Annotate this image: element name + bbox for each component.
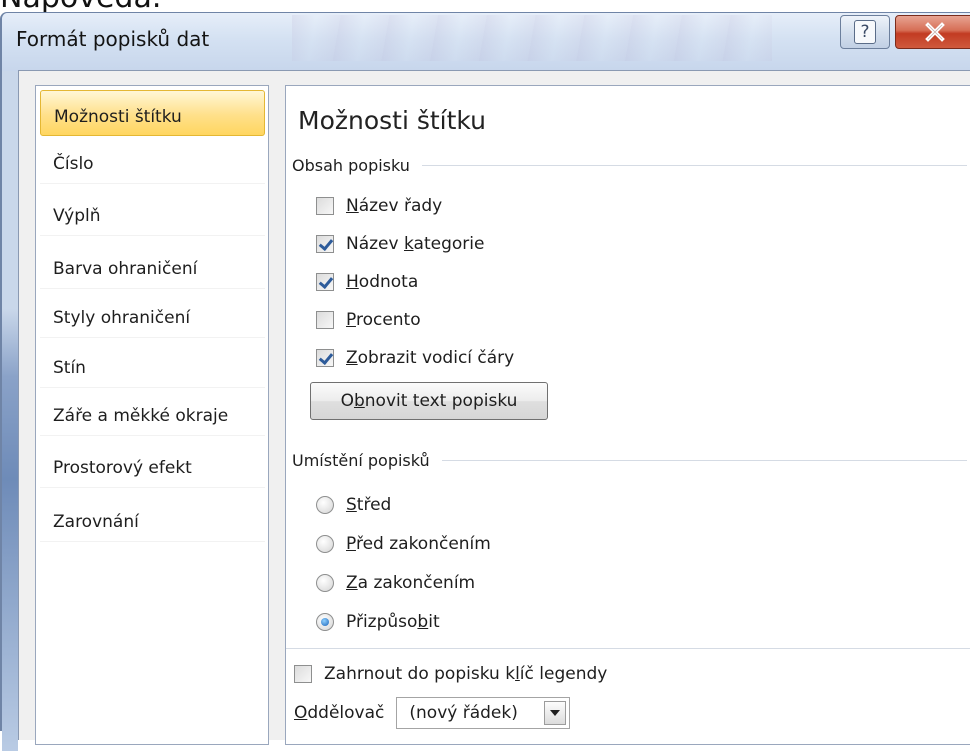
nav-item-label: Záře a měkké okraje bbox=[53, 406, 229, 426]
label-options-panel: Možnosti štítku Obsah popisku Název řady… bbox=[285, 85, 970, 745]
nav-item-glow-soft-edges[interactable]: Záře a měkké okraje bbox=[40, 390, 265, 436]
position-center-radio[interactable] bbox=[316, 496, 334, 514]
position-center-label: Střed bbox=[346, 495, 392, 515]
value-label: Hodnota bbox=[346, 272, 419, 292]
category-name-checkbox[interactable] bbox=[316, 235, 334, 253]
nav-item-label: Styly ohraničení bbox=[53, 308, 191, 328]
nav-item-label: Barva ohraničení bbox=[53, 259, 198, 279]
leader-lines-checkbox[interactable] bbox=[316, 349, 334, 367]
nav-item-border-styles[interactable]: Styly ohraničení bbox=[40, 292, 265, 338]
value-checkbox-row[interactable]: Hodnota bbox=[316, 269, 418, 295]
nav-item-alignment[interactable]: Zarovnání bbox=[40, 496, 265, 542]
dropdown-arrow-button[interactable] bbox=[544, 701, 567, 725]
help-icon: ? bbox=[854, 20, 876, 44]
separator-label: Oddělovač bbox=[294, 703, 385, 723]
leader-lines-checkbox-row[interactable]: Zobrazit vodicí čáry bbox=[316, 345, 514, 371]
help-button[interactable]: ? bbox=[840, 15, 890, 49]
nav-item-3d-format[interactable]: Prostorový efekt bbox=[40, 442, 265, 488]
nav-item-label: Zarovnání bbox=[53, 512, 139, 532]
chevron-down-icon bbox=[550, 710, 561, 716]
legend-key-checkbox[interactable] bbox=[294, 665, 312, 683]
category-list: Možnosti štítku Číslo Výplň Barva ohrani… bbox=[35, 85, 269, 745]
position-outside-end-radio[interactable] bbox=[316, 574, 334, 592]
nav-item-fill[interactable]: Výplň bbox=[40, 190, 265, 236]
percentage-label: Procento bbox=[346, 310, 421, 330]
section-title: Možnosti štítku bbox=[298, 106, 486, 135]
label-contains-group-header: Obsah popisku bbox=[292, 154, 967, 176]
reset-label-text-label: Obnovit text popisku bbox=[340, 391, 518, 411]
position-best-fit-label: Přizpůsobit bbox=[346, 612, 440, 632]
series-name-checkbox[interactable] bbox=[316, 197, 334, 215]
title-bar[interactable]: Formát popisků dat ? bbox=[2, 13, 970, 71]
position-inside-end-radio[interactable] bbox=[316, 535, 334, 553]
label-position-group-header: Umístění popisků bbox=[292, 449, 967, 471]
position-best-fit-radio[interactable] bbox=[316, 613, 334, 631]
nav-item-label: Výplň bbox=[53, 206, 101, 226]
nav-item-label: Prostorový efekt bbox=[53, 458, 192, 478]
position-center-radio-row[interactable]: Střed bbox=[316, 492, 391, 518]
reset-label-text-button[interactable]: Obnovit text popisku bbox=[310, 382, 548, 420]
title-bar-glass bbox=[292, 15, 772, 61]
position-inside-end-radio-row[interactable]: Před zakončením bbox=[316, 531, 491, 557]
category-name-checkbox-row[interactable]: Název kategorie bbox=[316, 231, 484, 257]
section-divider bbox=[286, 648, 970, 649]
value-checkbox[interactable] bbox=[316, 273, 334, 291]
group-divider bbox=[421, 164, 967, 166]
close-button[interactable] bbox=[895, 15, 970, 49]
close-icon bbox=[925, 22, 945, 42]
format-data-labels-dialog: Formát popisků dat ? Možnosti štítku Čís… bbox=[0, 12, 970, 751]
nav-item-number[interactable]: Číslo bbox=[40, 138, 265, 184]
separator-select-value: (nový řádek) bbox=[409, 703, 518, 723]
nav-item-label-options[interactable]: Možnosti štítku bbox=[40, 90, 265, 136]
nav-item-label: Možnosti štítku bbox=[54, 107, 182, 127]
group-header-label: Obsah popisku bbox=[292, 155, 410, 175]
percentage-checkbox-row[interactable]: Procento bbox=[316, 307, 421, 333]
legend-key-label: Zahrnout do popisku klíč legendy bbox=[324, 664, 608, 684]
group-divider bbox=[441, 459, 967, 461]
nav-item-shadow[interactable]: Stín bbox=[40, 342, 265, 388]
position-best-fit-radio-row[interactable]: Přizpůsobit bbox=[316, 609, 440, 635]
separator-row: Oddělovač (nový řádek) bbox=[294, 696, 571, 730]
nav-item-label: Stín bbox=[53, 358, 86, 378]
dialog-frame-edge bbox=[2, 71, 18, 751]
separator-select[interactable]: (nový řádek) bbox=[396, 697, 571, 729]
nav-item-label: Číslo bbox=[53, 154, 94, 174]
series-name-label: Název řady bbox=[346, 196, 443, 216]
percentage-checkbox[interactable] bbox=[316, 311, 334, 329]
category-name-label: Název kategorie bbox=[346, 234, 485, 254]
nav-item-border-color[interactable]: Barva ohraničení bbox=[40, 243, 265, 289]
position-inside-end-label: Před zakončením bbox=[346, 534, 491, 554]
position-outside-end-label: Za zakončením bbox=[346, 573, 476, 593]
window-title: Formát popisků dat bbox=[16, 27, 210, 51]
legend-key-checkbox-row[interactable]: Zahrnout do popisku klíč legendy bbox=[294, 661, 607, 687]
dialog-body: Možnosti štítku Číslo Výplň Barva ohrani… bbox=[18, 70, 970, 745]
position-outside-end-radio-row[interactable]: Za zakončením bbox=[316, 570, 475, 596]
leader-lines-label: Zobrazit vodicí čáry bbox=[346, 348, 515, 368]
group-header-label: Umístění popisků bbox=[292, 450, 430, 470]
series-name-checkbox-row[interactable]: Název řady bbox=[316, 193, 442, 219]
